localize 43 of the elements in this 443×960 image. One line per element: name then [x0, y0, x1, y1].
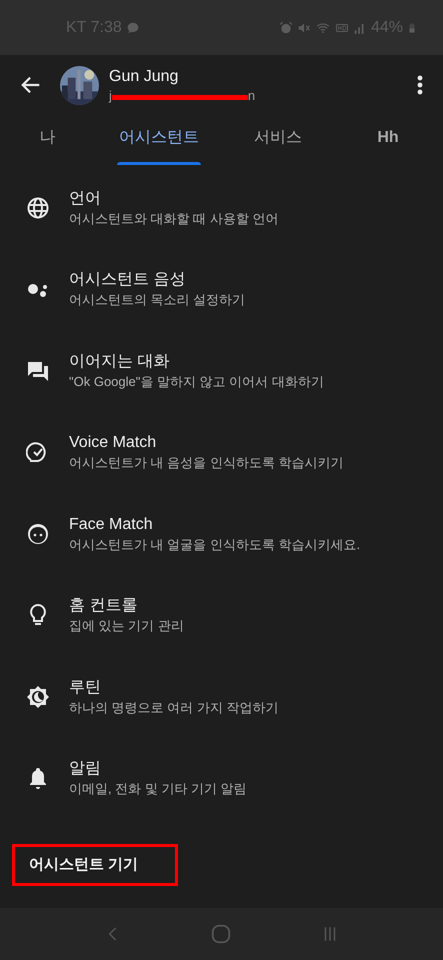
item-title: Face Match	[69, 514, 154, 535]
tab[interactable]: 서비스	[223, 115, 333, 165]
settings-item[interactable]: 어시스턴트 음성 어시스턴트의 목소리 설정하기	[0, 252, 443, 333]
section-heading: 어시스턴트 기기	[29, 854, 138, 875]
item-title: 이어지는 대화	[69, 352, 170, 372]
hd-icon	[334, 22, 349, 34]
more-options-icon[interactable]	[417, 75, 423, 95]
alarm-icon	[278, 20, 293, 34]
back-arrow-icon[interactable]	[20, 74, 42, 96]
account-name: Gun Jung	[109, 66, 180, 86]
globe-icon	[26, 196, 50, 220]
item-title: 알림	[69, 759, 102, 780]
mute-icon	[296, 20, 311, 34]
chat-icon	[126, 20, 140, 34]
item-title: 홈 컨트롤	[69, 596, 138, 616]
item-title: 언어	[69, 188, 102, 209]
item-subtitle: 어시스턴트의 목소리 설정하기	[69, 291, 246, 310]
item-subtitle: 어시스턴트가 내 음성을 인식하도록 학습시키기	[69, 454, 344, 472]
tab[interactable]: 어시스턴트	[95, 115, 223, 165]
item-subtitle: 집에 있는 기기 관리	[69, 617, 184, 636]
settings-item[interactable]: 언어 어시스턴트와 대화할 때 사용할 언어	[0, 170, 443, 252]
item-subtitle: 어시스턴트와 대화할 때 사용할 언어	[69, 210, 278, 228]
item-title: Voice Match	[69, 433, 158, 454]
item-title: 어시스턴트 음성	[69, 270, 186, 290]
sun-moon-icon	[26, 684, 50, 709]
settings-item[interactable]: 루틴 하나의 명령으로 여러 가지 작업하기	[0, 659, 443, 740]
item-subtitle: 하나의 명령으로 여러 가지 작업하기	[69, 698, 278, 717]
email-text: j	[109, 88, 112, 104]
settings-item[interactable]: Face Match 어시스턴트가 내 얼굴을 인식하도록 학습시키세요.	[0, 496, 443, 578]
face-icon	[26, 522, 50, 546]
wifi-icon	[314, 20, 331, 34]
item-subtitle: 이메일, 전화 및 기타 기기 알림	[69, 780, 247, 798]
settings-item[interactable]: Voice Match 어시스턴트가 내 음성을 인식하도록 학습시키기	[0, 414, 443, 496]
tab[interactable]: Hh	[333, 115, 443, 165]
email-text: n	[248, 88, 256, 104]
item-subtitle: 어시스턴트가 내 얼굴을 인식하도록 학습시키세요.	[69, 536, 360, 554]
settings-item[interactable]: 이어지는 대화 "Ok Google"을 말하지 않고 이어서 대화하기	[0, 333, 443, 414]
item-title: 루틴	[69, 678, 102, 698]
settings-item[interactable]: 알림 이메일, 전화 및 기타 기기 알림	[0, 740, 443, 822]
home-icon[interactable]	[210, 923, 232, 945]
tab[interactable]: 나	[0, 115, 95, 165]
settings-item[interactable]: 홈 컨트롤 집에 있는 기기 관리	[0, 578, 443, 659]
item-subtitle: "Ok Google"을 말하지 않고 이어서 대화하기	[69, 372, 324, 391]
